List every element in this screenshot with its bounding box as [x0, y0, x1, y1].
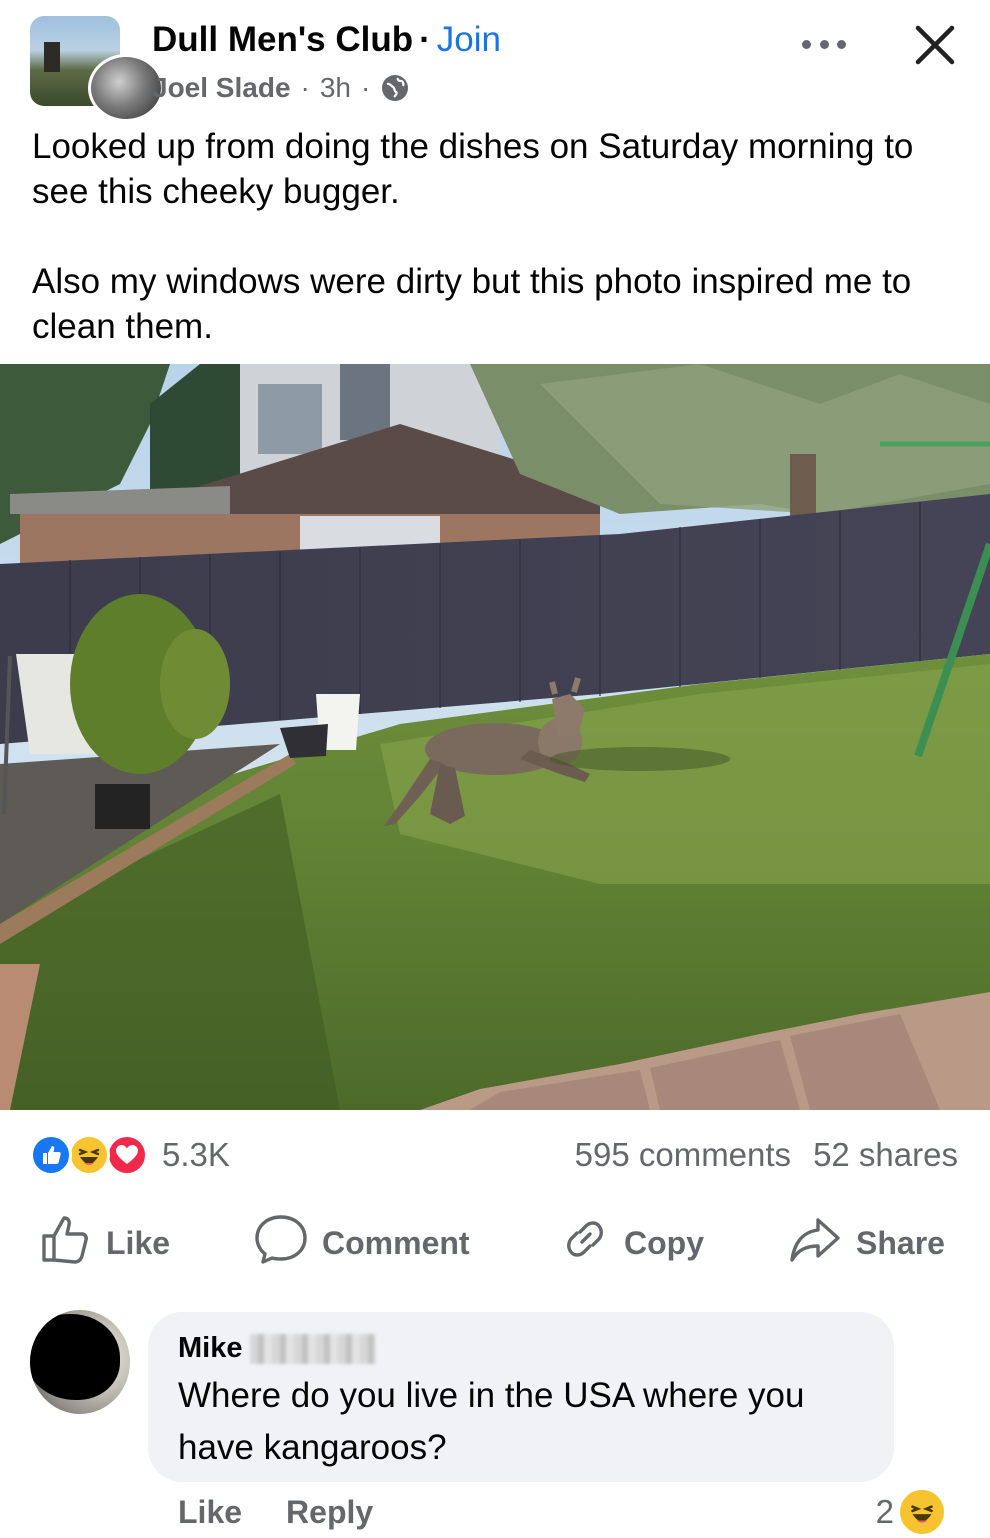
share-arrow-icon	[788, 1214, 856, 1272]
comment-actions: Like Reply	[178, 1494, 373, 1531]
post-paragraph: Also my windows were dirty but this phot…	[32, 262, 912, 346]
comment-label: Comment	[322, 1224, 470, 1261]
separator: ·	[361, 72, 371, 103]
comment-button[interactable]: Comment	[254, 1210, 470, 1276]
commenter-avatar[interactable]	[30, 1310, 130, 1414]
copy-label: Copy	[624, 1224, 704, 1261]
post-photo[interactable]	[0, 364, 990, 1110]
like-reaction-icon	[30, 1134, 72, 1176]
comment-reactions[interactable]: 2	[876, 1490, 944, 1534]
haha-reaction-icon	[900, 1490, 944, 1534]
reaction-icons	[30, 1132, 154, 1178]
comment-bubble[interactable]: Mike Where do you live in the USA where …	[148, 1312, 894, 1482]
comment-bubble-icon	[254, 1213, 322, 1273]
commenter-name-row: Mike	[178, 1332, 377, 1365]
share-button[interactable]: Share	[788, 1210, 945, 1276]
post-header: Dull Men's Club · Join Joel Slade · 3h ·	[0, 0, 990, 122]
post-meta: Joel Slade · 3h ·	[152, 70, 410, 106]
separator: ·	[300, 72, 310, 103]
commenter-name[interactable]: Mike	[178, 1332, 242, 1365]
join-button[interactable]: Join	[437, 20, 501, 59]
group-name[interactable]: Dull Men's Club	[152, 20, 413, 59]
comment-count[interactable]: 595 comments	[575, 1136, 791, 1173]
post-action-bar: Like Comment Copy Share	[0, 1210, 990, 1280]
reactions-summary[interactable]: 5.3K	[30, 1130, 230, 1180]
link-icon	[560, 1214, 624, 1272]
like-label: Like	[106, 1224, 171, 1261]
comment-item: Mike Where do you live in the USA where …	[0, 1300, 990, 1538]
reaction-count: 5.3K	[162, 1136, 230, 1173]
post-time[interactable]: 3h	[320, 70, 351, 106]
comment-reply-button[interactable]: Reply	[286, 1494, 373, 1530]
close-icon[interactable]	[908, 18, 962, 72]
thumbs-up-icon	[40, 1214, 106, 1272]
comment-reaction-count: 2	[875, 1493, 894, 1530]
redacted-surname	[250, 1333, 377, 1364]
author-name[interactable]: Joel Slade	[152, 70, 291, 106]
post-text: Looked up from doing the dishes on Satur…	[32, 124, 952, 394]
comment-text: Where do you live in the USA where you h…	[178, 1376, 805, 1467]
love-reaction-icon	[106, 1134, 148, 1176]
haha-reaction-icon	[68, 1134, 110, 1176]
post-paragraph: Looked up from doing the dishes on Satur…	[32, 127, 914, 211]
separator: ·	[419, 20, 431, 59]
engagement-stats: 595 comments 52 shares	[575, 1132, 958, 1178]
comment-like-button[interactable]: Like	[178, 1494, 242, 1530]
globe-icon	[380, 73, 410, 103]
more-options-icon[interactable]	[798, 26, 850, 62]
share-count[interactable]: 52 shares	[813, 1136, 958, 1173]
share-label: Share	[856, 1224, 945, 1261]
copy-link-button[interactable]: Copy	[560, 1210, 704, 1276]
group-avatar[interactable]	[30, 16, 164, 122]
like-button[interactable]: Like	[40, 1210, 170, 1276]
group-title-row: Dull Men's Club · Join	[152, 18, 501, 62]
